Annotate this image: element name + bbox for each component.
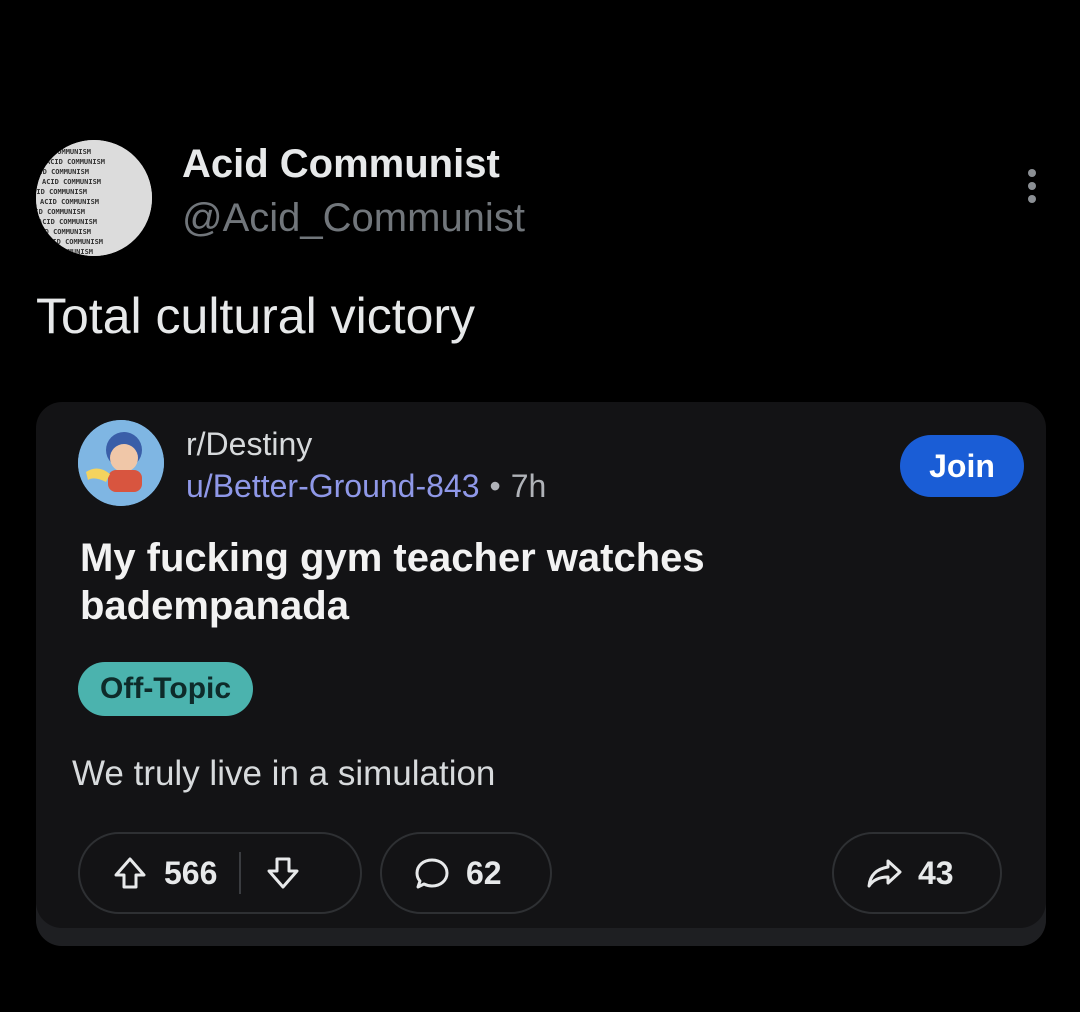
author-handle[interactable]: @Acid_Communist bbox=[182, 196, 525, 241]
subreddit-avatar-art bbox=[78, 420, 164, 506]
comments-button[interactable]: 62 bbox=[380, 832, 552, 914]
author-avatar[interactable]: ACID COMMUNISM ACID COMMUNISM ACID COMMU… bbox=[36, 140, 152, 256]
avatar-pattern-text: ACID COMMUNISM bbox=[44, 238, 103, 246]
avatar-pattern-text: ACID COMMUNISM bbox=[42, 178, 101, 186]
subreddit-avatar[interactable] bbox=[78, 420, 164, 506]
reddit-post-card[interactable]: r/Destiny u/Better-Ground-843 • 7h Join My… bbox=[36, 402, 1046, 946]
join-button[interactable]: Join bbox=[900, 435, 1024, 497]
avatar-pattern: ACID COMMUNISM ACID COMMUNISM ACID COMMU… bbox=[36, 140, 152, 256]
more-vertical-icon[interactable] bbox=[1026, 168, 1038, 204]
post-username[interactable]: u/Better-Ground-843 bbox=[186, 468, 480, 504]
post-time: 7h bbox=[510, 468, 547, 504]
downvote-icon[interactable] bbox=[263, 853, 303, 893]
avatar-pattern-text: ACID COMMUNISM bbox=[40, 198, 99, 206]
subreddit-name[interactable]: r/Destiny bbox=[186, 426, 312, 463]
avatar-pattern-text: ACID COMMUNISM bbox=[36, 168, 89, 176]
upvote-icon[interactable] bbox=[110, 853, 150, 893]
share-button[interactable]: 43 bbox=[832, 832, 1002, 914]
avatar-pattern-text: ACID COMMUNISM bbox=[36, 188, 87, 196]
avatar-pattern-text: ACID COMMUNISM bbox=[36, 148, 91, 156]
avatar-pattern-text: ACID COMMUNISM bbox=[46, 158, 105, 166]
vote-divider bbox=[239, 852, 242, 894]
tweet-text: Total cultural victory bbox=[36, 288, 476, 344]
upvote-count: 566 bbox=[164, 854, 218, 891]
avatar-pattern-text: ACID COMMUNISM bbox=[36, 248, 93, 256]
tweet-header: ACID COMMUNISM ACID COMMUNISM ACID COMMU… bbox=[36, 134, 1046, 264]
post-title[interactable]: My fucking gym teacher watches badempana… bbox=[80, 534, 840, 630]
avatar-pattern-text: ACID COMMUNISM bbox=[36, 208, 85, 216]
post-body: We truly live in a simulation bbox=[72, 754, 496, 793]
share-count: 43 bbox=[918, 854, 954, 891]
avatar-pattern-text: ACID COMMUNISM bbox=[36, 228, 91, 236]
vote-control: 566 bbox=[78, 832, 362, 914]
author-name[interactable]: Acid Communist bbox=[182, 142, 500, 187]
share-icon bbox=[867, 859, 902, 888]
avatar-pattern-text: ACID COMMUNISM bbox=[38, 218, 97, 226]
comment-count: 62 bbox=[466, 854, 502, 891]
post-byline: u/Better-Ground-843 • 7h bbox=[186, 468, 546, 505]
comment-icon bbox=[415, 858, 449, 889]
post-flair[interactable]: Off-Topic bbox=[78, 662, 254, 716]
byline-separator: • bbox=[489, 468, 501, 504]
